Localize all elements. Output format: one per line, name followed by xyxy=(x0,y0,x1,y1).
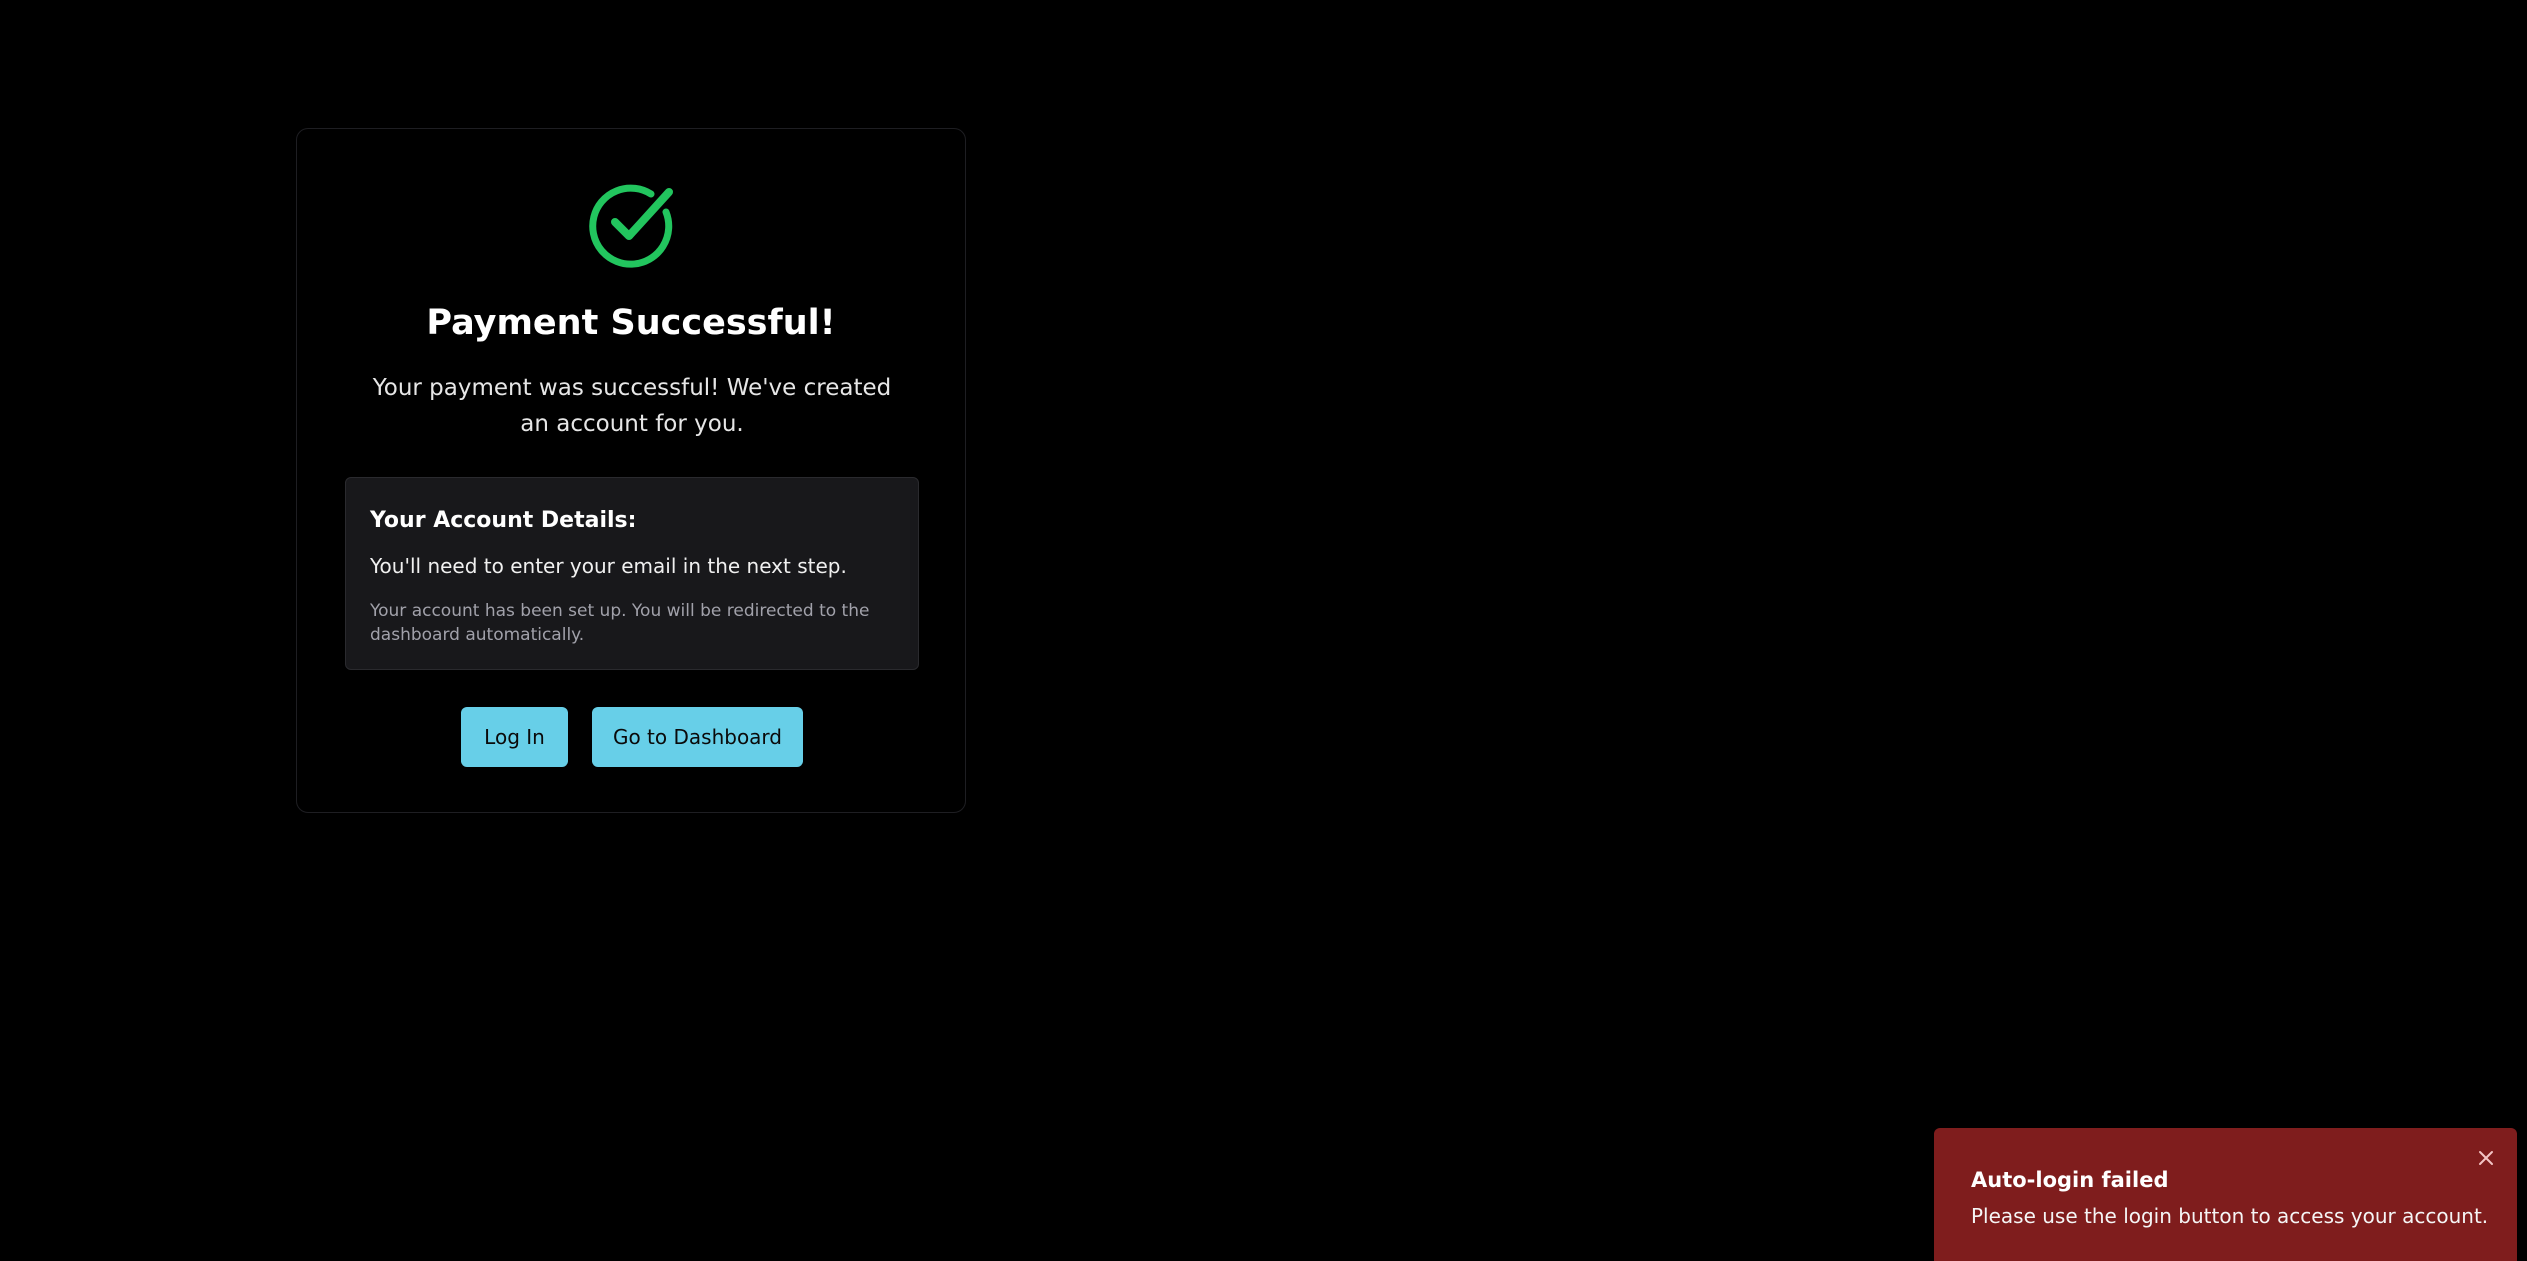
toast-message: Please use the login button to access yo… xyxy=(1971,1204,2489,1228)
account-details-instruction: You'll need to enter your email in the n… xyxy=(370,554,847,578)
check-circle-icon xyxy=(589,184,673,268)
page-title: Payment Successful! xyxy=(426,303,836,343)
account-details-box: Your Account Details: You'll need to ent… xyxy=(345,477,919,670)
close-icon[interactable] xyxy=(2474,1146,2498,1170)
success-message: Your payment was successful! We've creat… xyxy=(372,375,892,437)
go-to-dashboard-button[interactable]: Go to Dashboard xyxy=(592,707,803,767)
account-details-note: Your account has been set up. You will b… xyxy=(370,601,870,645)
toast-title: Auto-login failed xyxy=(1971,1168,2169,1192)
payment-success-card: Payment Successful! Your payment was suc… xyxy=(296,128,966,813)
login-button[interactable]: Log In xyxy=(461,707,568,767)
error-toast: Auto-login failed Please use the login b… xyxy=(1934,1128,2517,1261)
account-details-heading: Your Account Details: xyxy=(370,508,637,533)
